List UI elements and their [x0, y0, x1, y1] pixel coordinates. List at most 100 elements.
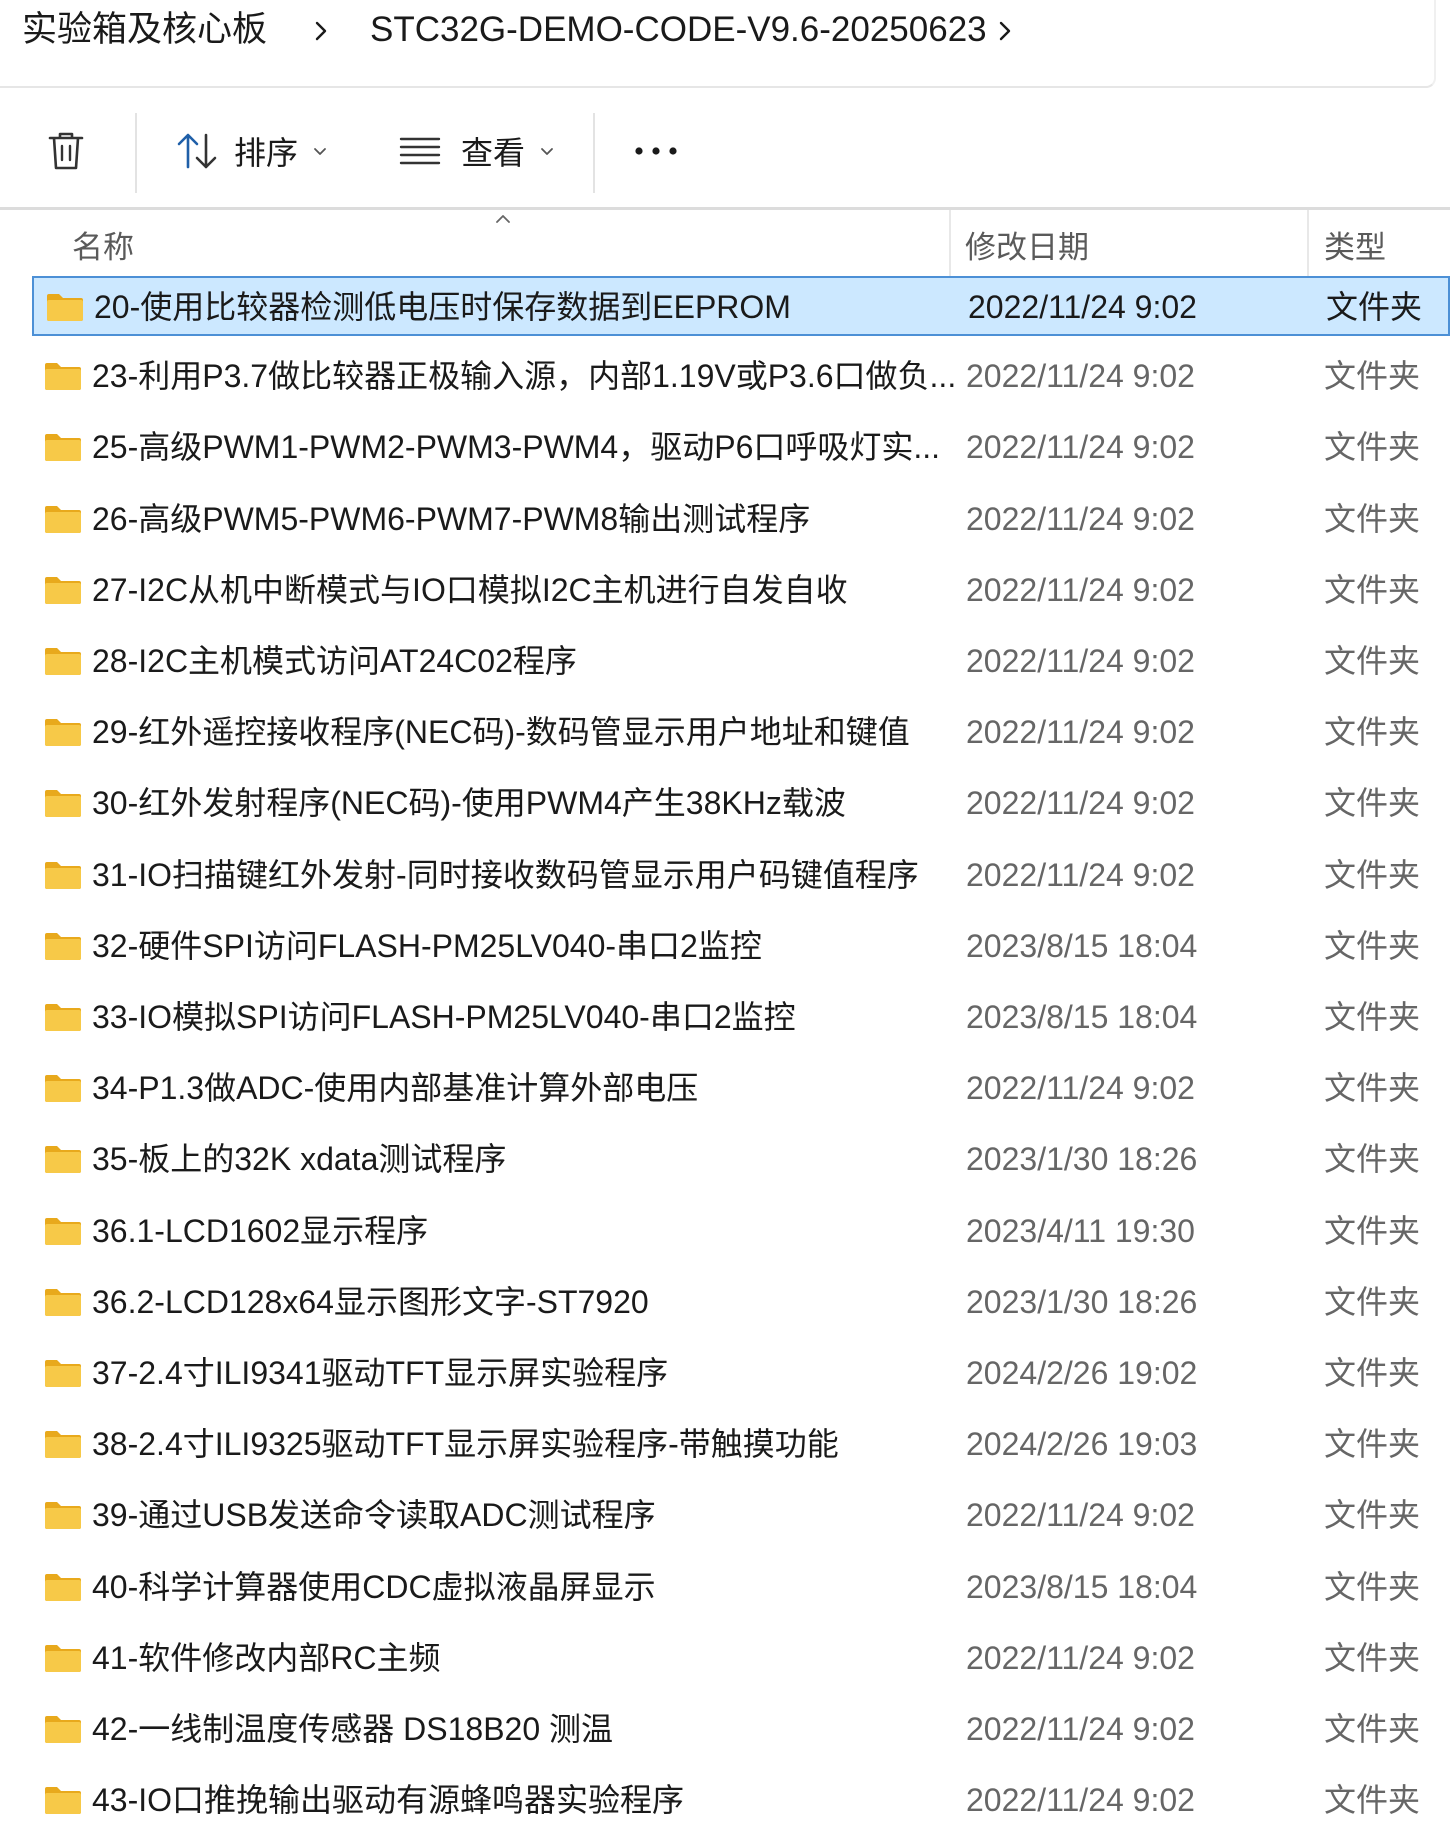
- file-explorer-window: 实验箱及核心板 STC32G-DEMO-CODE-V9.6-20250623 排…: [0, 0, 1450, 1830]
- file-name[interactable]: 23-利用P3.7做比较器正极输入源，内部1.19V或P3.6口做负...: [92, 354, 967, 398]
- file-name[interactable]: 38-2.4寸ILI9325驱动TFT显示屏实验程序-带触摸功能: [92, 1422, 967, 1466]
- file-name[interactable]: 41-软件修改内部RC主频: [92, 1636, 967, 1680]
- chevron-right-icon[interactable]: [990, 16, 1020, 46]
- file-date-modified: 2022/11/24 9:02: [966, 1782, 1195, 1818]
- file-date-modified: 2023/1/30 18:26: [966, 1141, 1198, 1177]
- view-list-icon: [399, 137, 441, 165]
- file-row[interactable]: 36.1-LCD1602显示程序 2023/4/11 19:30 文件夹: [32, 1202, 1450, 1262]
- address-bar[interactable]: 实验箱及核心板 STC32G-DEMO-CODE-V9.6-20250623: [0, 0, 1436, 88]
- file-name[interactable]: 29-红外遥控接收程序(NEC码)-数码管显示用户地址和键值: [92, 710, 967, 754]
- file-date-modified: 2022/11/24 9:02: [966, 857, 1195, 893]
- file-name[interactable]: 32-硬件SPI访问FLASH-PM25LV040-串口2监控: [92, 924, 967, 968]
- file-name[interactable]: 36.1-LCD1602显示程序: [92, 1209, 967, 1253]
- file-type: 文件夹: [1324, 358, 1421, 394]
- file-row[interactable]: 34-P1.3做ADC-使用内部基准计算外部电压 2022/11/24 9:02 文…: [32, 1059, 1450, 1119]
- file-row[interactable]: 32-硬件SPI访问FLASH-PM25LV040-串口2监控 2023/8/15…: [32, 917, 1450, 977]
- file-name[interactable]: 30-红外发射程序(NEC码)-使用PWM4产生38KHz载波: [92, 781, 967, 825]
- file-name[interactable]: 36.2-LCD128x64显示图形文字-ST7920: [92, 1280, 967, 1324]
- file-name[interactable]: 20-使用比较器检测低电压时保存数据到EEPROM: [94, 285, 969, 329]
- file-row[interactable]: 27-I2C从机中断模式与IO口模拟I2C主机进行自发自收 2022/11/24 …: [32, 561, 1450, 621]
- file-row[interactable]: 31-IO扫描键红外发射-同时接收数码管显示用户码键值程序 2022/11/24 …: [32, 846, 1450, 906]
- file-row[interactable]: 39-通过USB发送命令读取ADC测试程序 2022/11/24 9:02 文件夹: [32, 1486, 1450, 1546]
- file-date-modified: 2024/2/26 19:03: [966, 1426, 1198, 1462]
- file-name[interactable]: 33-IO模拟SPI访问FLASH-PM25LV040-串口2监控: [92, 995, 967, 1039]
- folder-icon: [45, 719, 81, 746]
- file-name[interactable]: 28-I2C主机模式访问AT24C02程序: [92, 639, 967, 683]
- file-type: 文件夹: [1326, 289, 1423, 325]
- file-date-modified: 2023/4/11 19:30: [966, 1213, 1195, 1249]
- file-date-modified: 2023/8/15 18:04: [966, 999, 1198, 1035]
- column-header-date[interactable]: 修改日期: [965, 222, 1089, 267]
- folder-icon: [45, 1574, 81, 1601]
- column-header-bar: [0, 210, 1450, 276]
- file-row[interactable]: 43-IO口推挽输出驱动有源蜂鸣器实验程序 2022/11/24 9:02 文件夹: [32, 1771, 1450, 1830]
- file-name[interactable]: 39-通过USB发送命令读取ADC测试程序: [92, 1493, 967, 1537]
- file-row[interactable]: 37-2.4寸ILI9341驱动TFT显示屏实验程序 2024/2/26 19:0…: [32, 1344, 1450, 1404]
- sort-label: 排序: [234, 135, 299, 171]
- breadcrumb-item-lab-box[interactable]: 实验箱及核心板: [22, 8, 267, 52]
- file-date-modified: 2022/11/24 9:02: [966, 714, 1195, 750]
- file-name[interactable]: 26-高级PWM5-PWM6-PWM7-PWM8输出测试程序: [92, 497, 967, 541]
- folder-icon: [45, 790, 81, 817]
- file-date-modified: 2022/11/24 9:02: [966, 643, 1195, 679]
- file-type: 文件夹: [1324, 785, 1421, 821]
- file-type: 文件夹: [1324, 1426, 1421, 1462]
- chevron-down-icon: [541, 148, 553, 155]
- column-separator[interactable]: [1307, 210, 1309, 276]
- file-name[interactable]: 43-IO口推挽输出驱动有源蜂鸣器实验程序: [92, 1778, 967, 1822]
- file-type: 文件夹: [1324, 1070, 1421, 1106]
- file-row[interactable]: 25-高级PWM1-PWM2-PWM3-PWM4，驱动P6口呼吸灯实... 202…: [32, 418, 1450, 478]
- file-date-modified: 2022/11/24 9:02: [968, 289, 1197, 325]
- file-type: 文件夹: [1324, 1284, 1421, 1320]
- chevron-right-icon[interactable]: [306, 16, 336, 46]
- file-date-modified: 2023/1/30 18:26: [966, 1284, 1198, 1320]
- file-name[interactable]: 25-高级PWM1-PWM2-PWM3-PWM4，驱动P6口呼吸灯实...: [92, 425, 967, 469]
- file-type: 文件夹: [1324, 1569, 1421, 1605]
- ellipsis-icon: [635, 147, 677, 155]
- file-name[interactable]: 37-2.4寸ILI9341驱动TFT显示屏实验程序: [92, 1351, 967, 1395]
- file-name[interactable]: 40-科学计算器使用CDC虚拟液晶屏显示: [92, 1565, 967, 1609]
- folder-icon: [45, 577, 81, 604]
- file-type: 文件夹: [1324, 1497, 1421, 1533]
- file-row[interactable]: 41-软件修改内部RC主频 2022/11/24 9:02 文件夹: [32, 1629, 1450, 1689]
- delete-button[interactable]: [44, 121, 96, 181]
- toolbar-separator: [135, 113, 137, 193]
- file-type: 文件夹: [1324, 1355, 1421, 1391]
- folder-icon: [45, 363, 81, 390]
- file-type: 文件夹: [1324, 1711, 1421, 1747]
- column-header-type[interactable]: 类型: [1324, 222, 1386, 267]
- file-type: 文件夹: [1324, 643, 1421, 679]
- file-row[interactable]: 40-科学计算器使用CDC虚拟液晶屏显示 2023/8/15 18:04 文件夹: [32, 1558, 1450, 1618]
- file-row[interactable]: 42-一线制温度传感器 DS18B20 测温 2022/11/24 9:02 文件夹: [32, 1700, 1450, 1760]
- file-name[interactable]: 34-P1.3做ADC-使用内部基准计算外部电压: [92, 1066, 967, 1110]
- file-row[interactable]: 35-板上的32K xdata测试程序 2023/1/30 18:26 文件夹: [32, 1130, 1450, 1190]
- file-row[interactable]: 23-利用P3.7做比较器正极输入源，内部1.19V或P3.6口做负... 202…: [32, 347, 1450, 407]
- view-button[interactable]: 查看: [398, 121, 557, 181]
- file-name[interactable]: 27-I2C从机中断模式与IO口模拟I2C主机进行自发自收: [92, 568, 967, 612]
- folder-icon: [45, 862, 81, 889]
- breadcrumb-item-demo-code[interactable]: STC32G-DEMO-CODE-V9.6-20250623: [370, 8, 987, 52]
- folder-icon: [45, 1075, 81, 1102]
- sort-button[interactable]: 排序: [174, 121, 330, 181]
- file-row[interactable]: 20-使用比较器检测低电压时保存数据到EEPROM 2022/11/24 9:02…: [32, 276, 1450, 336]
- folder-icon: [45, 1645, 81, 1672]
- file-row[interactable]: 28-I2C主机模式访问AT24C02程序 2022/11/24 9:02 文件夹: [32, 632, 1450, 692]
- file-date-modified: 2022/11/24 9:02: [966, 501, 1195, 537]
- file-name[interactable]: 42-一线制温度传感器 DS18B20 测温: [92, 1707, 967, 1751]
- column-separator[interactable]: [949, 210, 951, 276]
- file-row[interactable]: 33-IO模拟SPI访问FLASH-PM25LV040-串口2监控 2023/8/…: [32, 988, 1450, 1048]
- file-row[interactable]: 30-红外发射程序(NEC码)-使用PWM4产生38KHz载波 2022/11/2…: [32, 774, 1450, 834]
- more-options-button[interactable]: [632, 121, 680, 181]
- sort-arrows-icon: [177, 133, 217, 169]
- column-header-name[interactable]: 名称: [72, 222, 134, 267]
- file-type: 文件夹: [1324, 429, 1421, 465]
- file-name[interactable]: 31-IO扫描键红外发射-同时接收数码管显示用户码键值程序: [92, 853, 967, 897]
- folder-icon: [45, 1289, 81, 1316]
- file-row[interactable]: 38-2.4寸ILI9325驱动TFT显示屏实验程序-带触摸功能 2024/2/2…: [32, 1415, 1450, 1475]
- folder-icon: [45, 1004, 81, 1031]
- file-name[interactable]: 35-板上的32K xdata测试程序: [92, 1137, 967, 1181]
- view-label: 查看: [461, 135, 526, 171]
- file-row[interactable]: 26-高级PWM5-PWM6-PWM7-PWM8输出测试程序 2022/11/24…: [32, 490, 1450, 550]
- file-row[interactable]: 36.2-LCD128x64显示图形文字-ST7920 2023/1/30 18:…: [32, 1273, 1450, 1333]
- file-row[interactable]: 29-红外遥控接收程序(NEC码)-数码管显示用户地址和键值 2022/11/24…: [32, 703, 1450, 763]
